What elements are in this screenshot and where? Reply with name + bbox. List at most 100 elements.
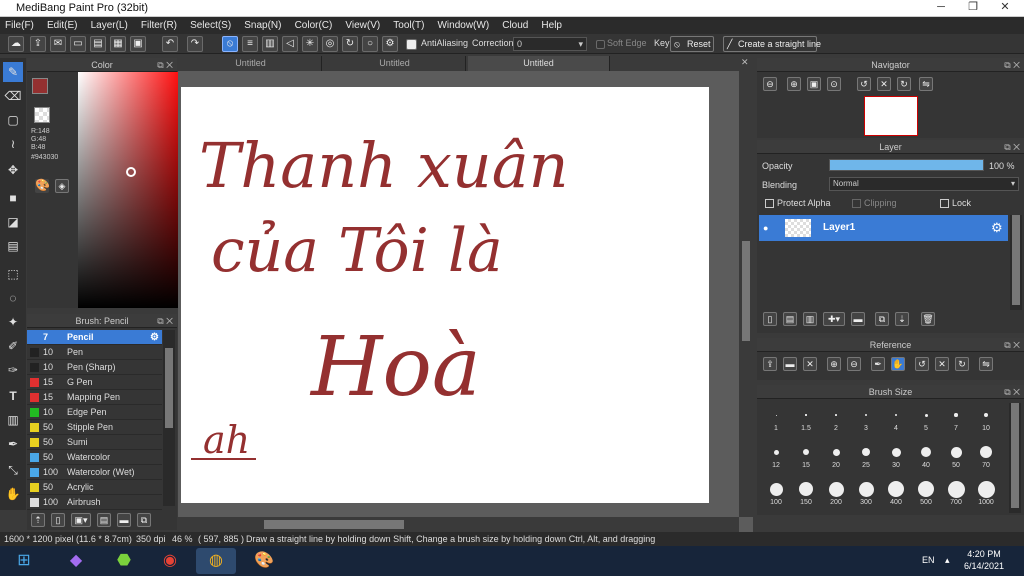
brush-size-option[interactable]: 12	[761, 440, 791, 470]
frame-icon[interactable]: ▣	[130, 36, 146, 52]
blur-tool-icon[interactable]: ≀	[3, 134, 23, 154]
menu-snap[interactable]: Snap(N)	[239, 17, 286, 34]
cross-snap-icon[interactable]: ▥	[262, 36, 278, 52]
close-icon[interactable]: ⧉ ✕	[1004, 58, 1020, 72]
drawing-canvas[interactable]: Thanh xuân của Tôi là Hoà ah	[181, 87, 709, 503]
rotate-left-icon[interactable]: ↺	[857, 77, 871, 91]
restore-button[interactable]: ❐	[962, 0, 984, 14]
magic-wand-tool-icon[interactable]: ✦	[3, 312, 23, 332]
brush-size-option[interactable]: 1.5	[791, 403, 821, 433]
layer-row[interactable]: ● Layer1 ⚙	[759, 215, 1008, 241]
close-icon[interactable]: ⧉ ✕	[1004, 338, 1020, 352]
antialiasing-checkbox[interactable]	[406, 39, 417, 50]
close-icon[interactable]: ⧉ ✕	[1004, 385, 1020, 399]
brush-item[interactable]: 100 Airbrush	[27, 495, 162, 510]
ellipse-snap-icon[interactable]: ○	[362, 36, 378, 52]
close-reference-icon[interactable]: ✕	[803, 357, 817, 371]
palette-add-icon[interactable]: ◈	[55, 179, 69, 193]
tab-untitled-3[interactable]: Untitled	[468, 56, 610, 71]
brush-item[interactable]: 10 Pen (Sharp)	[27, 360, 162, 375]
brush-size-option[interactable]: 2	[821, 403, 851, 433]
redo-icon[interactable]: ↷	[187, 36, 203, 52]
menu-view[interactable]: View(V)	[340, 17, 385, 34]
undo-icon[interactable]: ↶	[162, 36, 178, 52]
move-tool-icon[interactable]: ✥	[3, 160, 23, 180]
brush-size-option[interactable]: 20	[821, 440, 851, 470]
brush-size-option[interactable]: 300	[851, 477, 881, 507]
foreground-color-swatch[interactable]	[32, 78, 48, 94]
cloud-icon[interactable]: ☁	[8, 36, 24, 52]
brush-menu-icon[interactable]: ▣▾	[71, 513, 91, 527]
brush-size-option[interactable]: 150	[791, 477, 821, 507]
medibang-icon[interactable]: ◍	[196, 548, 236, 574]
saturation-value-picker[interactable]	[78, 72, 185, 308]
brush-size-option[interactable]: 5	[911, 403, 941, 433]
menu-tool[interactable]: Tool(T)	[388, 17, 429, 34]
add-layer-menu-icon[interactable]: ✚▾	[823, 312, 845, 326]
ref-fit-icon[interactable]: ✕	[935, 357, 949, 371]
vanishing-snap-icon[interactable]: ◁	[282, 36, 298, 52]
soft-edge-checkbox[interactable]	[596, 40, 605, 49]
transparent-color-swatch[interactable]	[34, 107, 50, 123]
rotate-right-icon[interactable]: ↻	[897, 77, 911, 91]
brush-size-option[interactable]: 7	[941, 403, 971, 433]
tab-untitled-2[interactable]: Untitled	[324, 56, 466, 71]
fill-rect-tool-icon[interactable]: ■	[3, 188, 23, 208]
brush-size-option[interactable]: 3	[851, 403, 881, 433]
menu-file[interactable]: File(F)	[0, 17, 39, 34]
brush-list-scrollbar[interactable]	[163, 330, 175, 506]
ref-eyedropper-icon[interactable]: ✒	[871, 357, 885, 371]
new-layer-icon[interactable]: ▯	[763, 312, 777, 326]
paint-icon[interactable]: 🎨	[244, 548, 284, 574]
horizontal-scrollbar[interactable]	[178, 517, 739, 532]
open-folder-icon[interactable]: ▬	[783, 357, 797, 371]
brush-size-option[interactable]: 500	[911, 477, 941, 507]
parallel-snap-icon[interactable]: ≡	[242, 36, 258, 52]
layer-scrollbar[interactable]	[1010, 215, 1022, 310]
delete-layer-icon[interactable]: 🗑	[921, 312, 935, 326]
menu-color[interactable]: Color(C)	[290, 17, 338, 34]
flip-icon[interactable]: ⇋	[919, 77, 933, 91]
brush-item[interactable]: 50 Sumi	[27, 435, 162, 450]
reset-button[interactable]: ⦸ Reset	[670, 36, 714, 52]
select-eraser-tool-icon[interactable]: ✑	[3, 360, 23, 380]
fit-rotate-icon[interactable]: ✕	[877, 77, 891, 91]
navigator-thumbnail[interactable]	[864, 96, 918, 136]
brush-tool-icon[interactable]: ✎	[3, 62, 23, 82]
comment-icon[interactable]: ✉	[50, 36, 66, 52]
brush-size-option[interactable]: 1000	[971, 477, 1001, 507]
menu-cloud[interactable]: Cloud	[497, 17, 533, 34]
brush-item[interactable]: 50 Acrylic	[27, 480, 162, 495]
folder-icon[interactable]: ▬	[117, 513, 131, 527]
brush-item[interactable]: 15 G Pen	[27, 375, 162, 390]
palette-icon[interactable]: 🎨	[35, 179, 50, 193]
snap-off-icon[interactable]: ⦸	[222, 36, 238, 52]
duplicate-layer-icon[interactable]: ⧉	[875, 312, 889, 326]
menu-layer[interactable]: Layer(L)	[86, 17, 133, 34]
close-icon[interactable]: ⧉ ✕	[1004, 140, 1020, 154]
protect-alpha-checkbox[interactable]	[765, 199, 774, 208]
blending-select[interactable]: Normal ▾	[829, 177, 1019, 191]
menu-filter[interactable]: Filter(R)	[136, 17, 182, 34]
snap-settings-icon[interactable]: ⚙	[382, 36, 398, 52]
select-pen-tool-icon[interactable]: ✐	[3, 336, 23, 356]
ref-zoom-in-icon[interactable]: ⊕	[827, 357, 841, 371]
brush-item[interactable]: 100 Watercolor (Wet)	[27, 465, 162, 480]
gradient-tool-icon[interactable]: ▤	[3, 236, 23, 256]
language-indicator[interactable]: EN	[922, 555, 935, 565]
clipping-checkbox[interactable]	[852, 199, 861, 208]
tray-arrow-icon[interactable]: ▴	[945, 555, 950, 566]
brush-item[interactable]: 10 Edge Pen	[27, 405, 162, 420]
eraser-tool-icon[interactable]: ⌫	[3, 86, 23, 106]
close-icon[interactable]: ⧉ ✕	[157, 58, 173, 72]
text-tool-icon[interactable]: T	[3, 386, 23, 406]
start-button-icon[interactable]: ⊞	[4, 548, 44, 574]
ref-rotate-right-icon[interactable]: ↻	[955, 357, 969, 371]
brush-settings-icon[interactable]: ▤	[97, 513, 111, 527]
ref-flip-icon[interactable]: ⇋	[979, 357, 993, 371]
ref-rotate-left-icon[interactable]: ↺	[915, 357, 929, 371]
radial-snap-icon[interactable]: ✳	[302, 36, 318, 52]
add-brush-icon[interactable]: ⇡	[31, 513, 45, 527]
new-1bit-layer-icon[interactable]: ▥	[803, 312, 817, 326]
transform-tool-icon[interactable]: ⤡	[3, 460, 23, 480]
